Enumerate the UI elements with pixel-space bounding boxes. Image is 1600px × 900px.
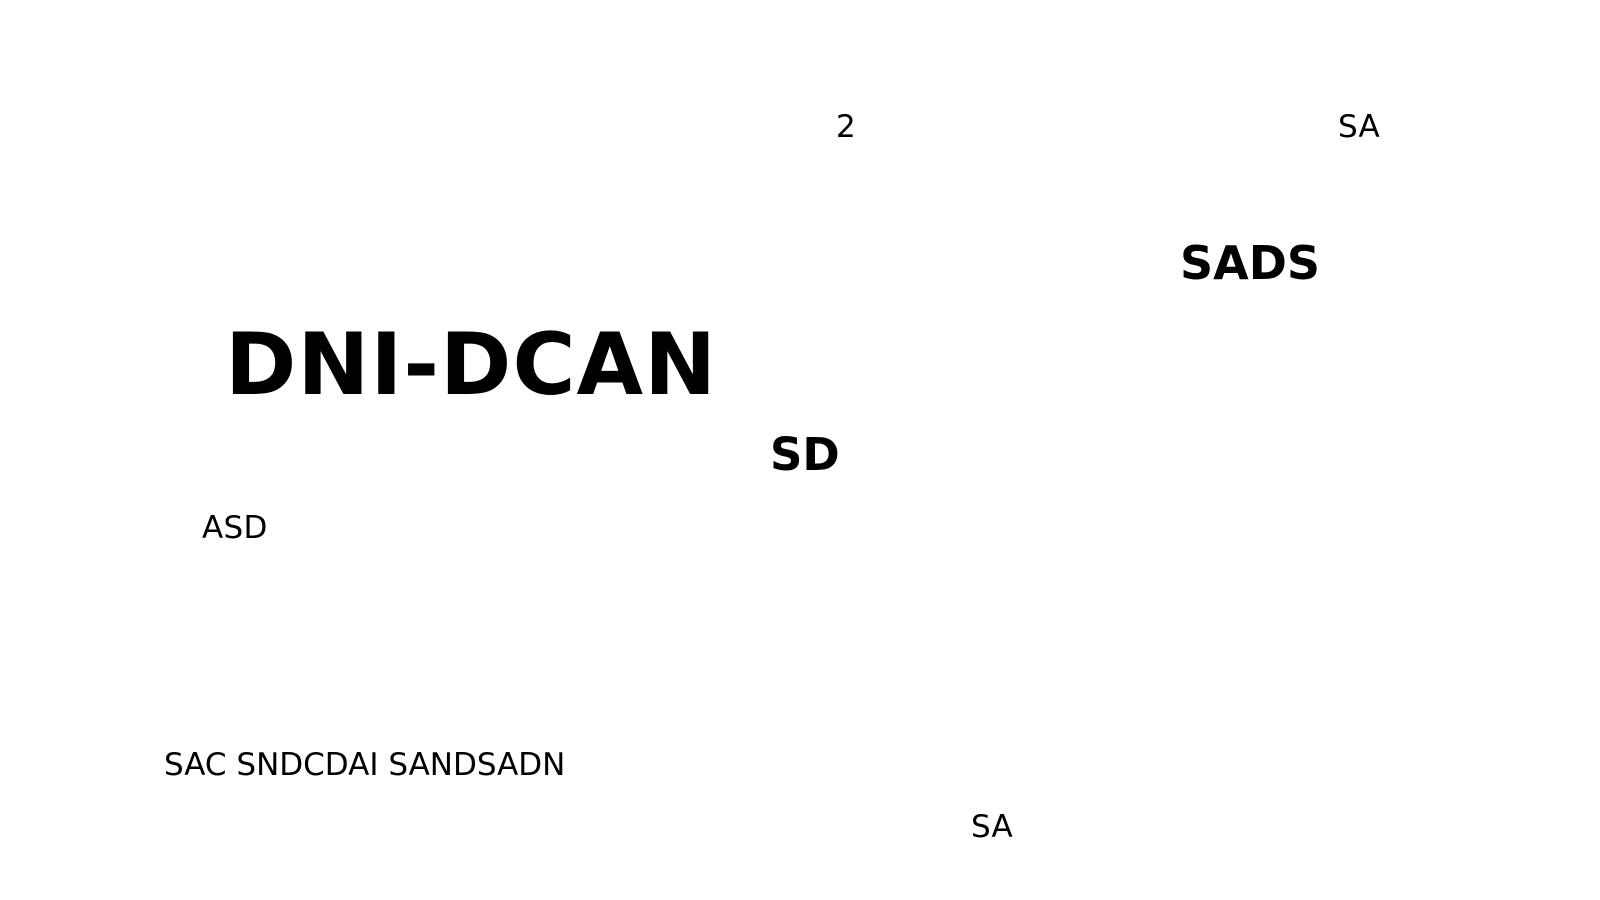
sd-heading: SD [770, 428, 840, 481]
number-two-label: 2 [836, 109, 857, 145]
dni-dcan-heading: DNI-DCAN [225, 315, 718, 415]
sads-heading: SADS [1180, 236, 1321, 290]
sac-line-label: SAC SNDCDAI SANDSADN [164, 747, 566, 783]
asd-label: ASD [202, 510, 268, 546]
sa-top-label: SA [1338, 109, 1381, 145]
sa-bottom-label: SA [971, 809, 1014, 845]
